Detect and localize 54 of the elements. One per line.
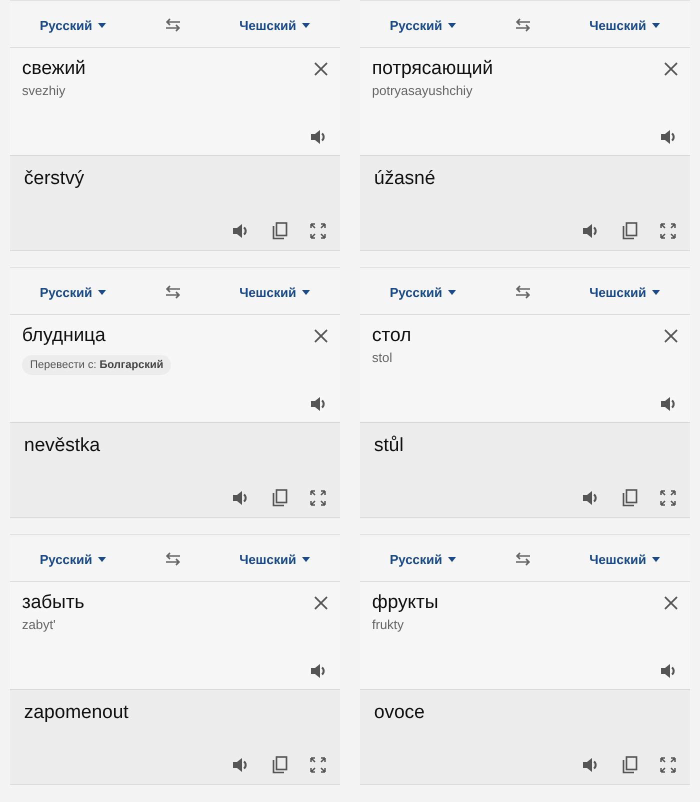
translation-text: stůl <box>374 435 405 457</box>
swap-icon[interactable] <box>164 285 182 299</box>
translation-text: ovoce <box>374 702 426 724</box>
source-language-dropdown[interactable]: Русский <box>388 550 458 568</box>
target-language-dropdown[interactable]: Чешский <box>587 16 662 34</box>
source-language-dropdown[interactable]: Русский <box>38 550 108 568</box>
copy-icon[interactable] <box>622 489 638 507</box>
fullscreen-icon[interactable] <box>660 223 676 239</box>
copy-icon[interactable] <box>272 222 288 240</box>
close-icon[interactable] <box>314 596 328 610</box>
transliteration: stol <box>372 350 394 365</box>
close-icon[interactable] <box>314 329 328 343</box>
copy-icon[interactable] <box>272 756 288 774</box>
swap-icon[interactable] <box>514 285 532 299</box>
source-text: свежий <box>22 58 87 80</box>
transliteration: svezhiy <box>22 83 66 98</box>
fullscreen-icon[interactable] <box>660 490 676 506</box>
target-language-dropdown[interactable]: Чешский <box>587 282 662 302</box>
swap-icon[interactable] <box>164 552 182 566</box>
source-text: забыть <box>22 592 86 614</box>
copy-icon[interactable] <box>622 756 638 774</box>
swap-icon[interactable] <box>514 552 532 566</box>
translation-text: úžasné <box>374 168 436 190</box>
source-text: фрукты <box>372 592 440 614</box>
target-language-dropdown[interactable]: Чешский <box>237 16 312 34</box>
fullscreen-icon[interactable] <box>310 757 326 773</box>
source-language-dropdown[interactable]: Русский <box>38 282 108 302</box>
swap-icon[interactable] <box>514 18 532 32</box>
fullscreen-icon[interactable] <box>310 223 326 239</box>
target-language-dropdown[interactable]: Чешский <box>237 282 312 302</box>
transliteration: potryasayushchiy <box>372 83 474 98</box>
close-icon[interactable] <box>664 596 678 610</box>
close-icon[interactable] <box>664 62 678 76</box>
source-language-dropdown[interactable]: Русский <box>388 282 458 302</box>
translation-text: nevěstka <box>24 435 102 457</box>
detect-language-chip[interactable]: Перевести с: Болгарский <box>22 355 172 375</box>
fullscreen-icon[interactable] <box>660 757 676 773</box>
copy-icon[interactable] <box>622 222 638 240</box>
transliteration: frukty <box>372 617 405 632</box>
close-icon[interactable] <box>664 329 678 343</box>
source-language-dropdown[interactable]: Русский <box>38 16 108 34</box>
copy-icon[interactable] <box>272 489 288 507</box>
translation-text: čerstvý <box>24 168 86 190</box>
translation-text: zapomenout <box>24 702 130 724</box>
target-language-dropdown[interactable]: Чешский <box>587 550 662 568</box>
swap-icon[interactable] <box>164 18 182 32</box>
close-icon[interactable] <box>314 62 328 76</box>
source-text: стол <box>372 325 412 347</box>
target-language-dropdown[interactable]: Чешский <box>237 550 312 568</box>
transliteration: zabyt' <box>22 617 57 632</box>
source-language-dropdown[interactable]: Русский <box>388 16 458 34</box>
source-text: блудница <box>22 325 107 347</box>
fullscreen-icon[interactable] <box>310 490 326 506</box>
source-text: потрясающий <box>372 58 494 80</box>
